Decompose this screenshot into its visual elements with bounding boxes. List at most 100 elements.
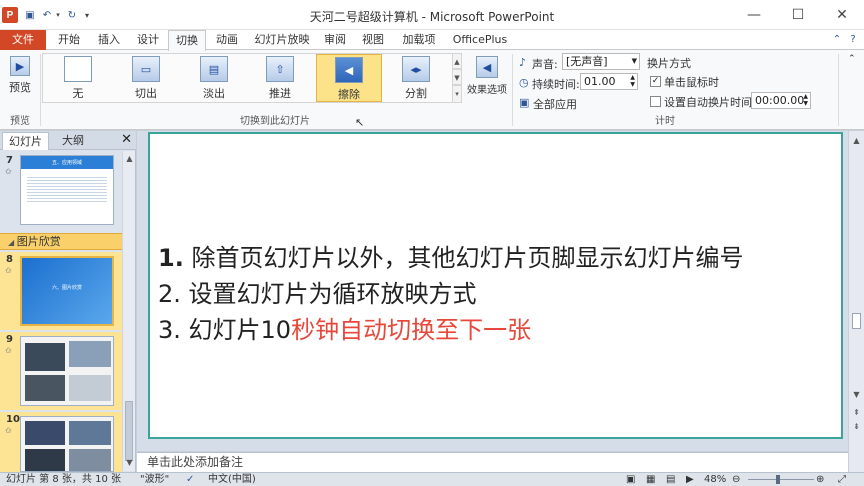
- gallery-more-icon[interactable]: ▾: [452, 85, 462, 103]
- spin-icon[interactable]: ▲ ▼: [630, 74, 635, 88]
- transition-fade-label: 淡出: [203, 87, 225, 100]
- scroll-down-icon[interactable]: ▼: [851, 389, 862, 400]
- slides-scrollbar[interactable]: ▲ ▼: [122, 151, 135, 471]
- scroll-up-icon[interactable]: ▲: [851, 135, 862, 146]
- auto-after-label: 设置自动换片时间:: [664, 96, 756, 109]
- photo: [25, 375, 65, 401]
- scroll-down-icon[interactable]: ▼: [124, 457, 135, 468]
- minimize-button[interactable]: —: [732, 0, 776, 30]
- slide-8-title: 六、图片欣赏: [51, 285, 82, 291]
- slide-7-body: [27, 175, 107, 203]
- close-pane-icon[interactable]: ✕: [121, 132, 132, 147]
- notes-pane[interactable]: 单击此处添加备注: [137, 452, 848, 472]
- tab-design[interactable]: 设计: [131, 30, 165, 50]
- duration-icon: ◷: [519, 76, 529, 89]
- slide-7-title: 五、应用领域: [21, 156, 113, 169]
- preview-group-label: 预览: [10, 116, 30, 127]
- collapse-ribbon-icon[interactable]: ⌃: [830, 30, 844, 50]
- gallery-down-icon[interactable]: ▼: [452, 69, 462, 85]
- slide-9-preview: [20, 336, 114, 406]
- slide-thumb-9[interactable]: 9 ✩: [0, 332, 122, 410]
- transition-push[interactable]: ⇧ 推进: [252, 54, 308, 102]
- fit-slide-icon[interactable]: ⤢: [838, 473, 846, 486]
- line-3-highlight: 秒钟自动切换至下一张: [291, 316, 532, 344]
- scroll-thumb[interactable]: [125, 401, 133, 461]
- preview-icon: ▶: [10, 56, 30, 76]
- line-1-number: 1.: [158, 244, 184, 272]
- slide-line-3[interactable]: 3. 幻灯片10秒钟自动切换至下一张: [158, 310, 531, 345]
- tab-outline[interactable]: 大纲: [56, 132, 90, 150]
- zoom-slider-thumb[interactable]: [776, 475, 780, 484]
- transition-cut[interactable]: ▭ 切出: [118, 54, 174, 102]
- transitions-group-label: 切换到此幻灯片: [240, 116, 310, 127]
- slide-line-2[interactable]: 2. 设置幻灯片为循环放映方式: [158, 274, 477, 309]
- transition-fade[interactable]: ▤ 淡出: [186, 54, 242, 102]
- slide-thumb-8[interactable]: 8 ✩ 六、图片欣赏: [0, 252, 122, 330]
- slide-number: 8: [6, 254, 13, 265]
- duration-input[interactable]: 01.00 ▲ ▼: [580, 73, 638, 90]
- preview-button[interactable]: ▶ 预览: [2, 54, 38, 102]
- editor-scrollbar[interactable]: ▲ ▼ ⇞ ⇟: [848, 131, 864, 472]
- close-button[interactable]: ✕: [820, 0, 864, 30]
- transition-none[interactable]: 无: [50, 54, 106, 102]
- transition-split[interactable]: ◂▸ 分割: [388, 54, 444, 102]
- tab-slides[interactable]: 幻灯片: [2, 132, 49, 150]
- sorter-view-icon[interactable]: ▦: [646, 473, 655, 486]
- transition-star-icon: ✩: [5, 426, 12, 435]
- tab-home[interactable]: 开始: [52, 30, 86, 50]
- photo: [25, 421, 65, 445]
- spellcheck-icon[interactable]: ✓: [186, 473, 194, 486]
- slide-number: 9: [6, 334, 13, 345]
- slideshow-view-icon[interactable]: ▶: [686, 473, 694, 486]
- on-click-label: 单击鼠标时: [664, 76, 719, 89]
- ribbon-separator-2: [512, 54, 513, 126]
- reading-view-icon[interactable]: ▤: [666, 473, 675, 486]
- transition-wipe-label: 擦除: [338, 88, 360, 101]
- slide-line-1[interactable]: 1. 除首页幻灯片以外，其他幻灯片页脚显示幻灯片编号: [158, 238, 743, 273]
- collapse-ribbon-button[interactable]: ⌃: [848, 54, 856, 64]
- auto-after-checkbox[interactable]: [650, 96, 661, 107]
- ribbon-separator-3: [838, 54, 839, 126]
- sound-value: [无声音]: [566, 55, 608, 68]
- previous-slide-icon[interactable]: ⇞: [851, 407, 862, 418]
- collapse-section-icon[interactable]: ◢: [8, 238, 17, 247]
- scroll-thumb[interactable]: [852, 313, 861, 329]
- photo: [69, 421, 111, 445]
- normal-view-icon[interactable]: ▣: [626, 473, 635, 486]
- sound-select[interactable]: [无声音] ▼: [562, 53, 640, 70]
- spin-icon-2[interactable]: ▲ ▼: [803, 93, 808, 107]
- tab-insert[interactable]: 插入: [92, 30, 126, 50]
- apply-all-button[interactable]: 全部应用: [533, 96, 577, 112]
- transition-cut-label: 切出: [135, 87, 157, 100]
- zoom-level[interactable]: 48%: [704, 473, 726, 486]
- section-header[interactable]: ◢ 图片欣赏: [0, 233, 122, 250]
- transition-split-label: 分割: [405, 87, 427, 100]
- effect-options-label: 效果选项: [467, 85, 507, 96]
- tab-transitions[interactable]: 切换: [168, 30, 206, 51]
- auto-after-input[interactable]: 00:00.00 ▲ ▼: [751, 92, 811, 109]
- tab-review[interactable]: 审阅: [320, 30, 350, 50]
- tab-officeplus[interactable]: OfficePlus: [448, 30, 512, 50]
- zoom-in-icon[interactable]: ⊕: [816, 473, 824, 486]
- zoom-out-icon[interactable]: ⊖: [732, 473, 740, 486]
- tab-file[interactable]: 文件: [0, 30, 46, 50]
- tab-slideshow[interactable]: 幻灯片放映: [250, 30, 314, 50]
- on-click-checkbox[interactable]: ✓: [650, 76, 661, 87]
- scroll-up-icon[interactable]: ▲: [124, 153, 135, 164]
- zoom-slider[interactable]: [748, 479, 814, 480]
- tab-view[interactable]: 视图: [358, 30, 388, 50]
- status-bar: 幻灯片 第 8 张，共 10 张 "波形" ✓ 中文(中国) ▣ ▦ ▤ ▶ 4…: [0, 472, 864, 486]
- slide-thumb-7[interactable]: 7 ✩ 五、应用领域: [0, 153, 122, 231]
- effect-options-button[interactable]: ◀ 效果选项: [464, 54, 510, 102]
- maximize-button[interactable]: ☐: [776, 0, 820, 30]
- ribbon: ▶ 预览 预览 无 ▭ 切出 ▤ 淡出 ⇧ 推进 ◀ 擦除 ◂▸ 分割 ▲ ▼ ▾ 切换到…: [0, 50, 864, 130]
- tab-animations[interactable]: 动画: [210, 30, 244, 50]
- transition-wipe[interactable]: ◀ 擦除: [316, 54, 382, 102]
- help-icon[interactable]: ?: [846, 30, 860, 50]
- gallery-up-icon[interactable]: ▲: [452, 53, 462, 69]
- tab-addins[interactable]: 加载项: [398, 30, 440, 50]
- next-slide-icon[interactable]: ⇟: [851, 421, 862, 432]
- slide-thumb-10[interactable]: 10 ✩: [0, 412, 122, 472]
- language[interactable]: 中文(中国): [208, 473, 256, 486]
- current-slide[interactable]: 1. 除首页幻灯片以外，其他幻灯片页脚显示幻灯片编号 2. 设置幻灯片为循环放映…: [148, 132, 843, 439]
